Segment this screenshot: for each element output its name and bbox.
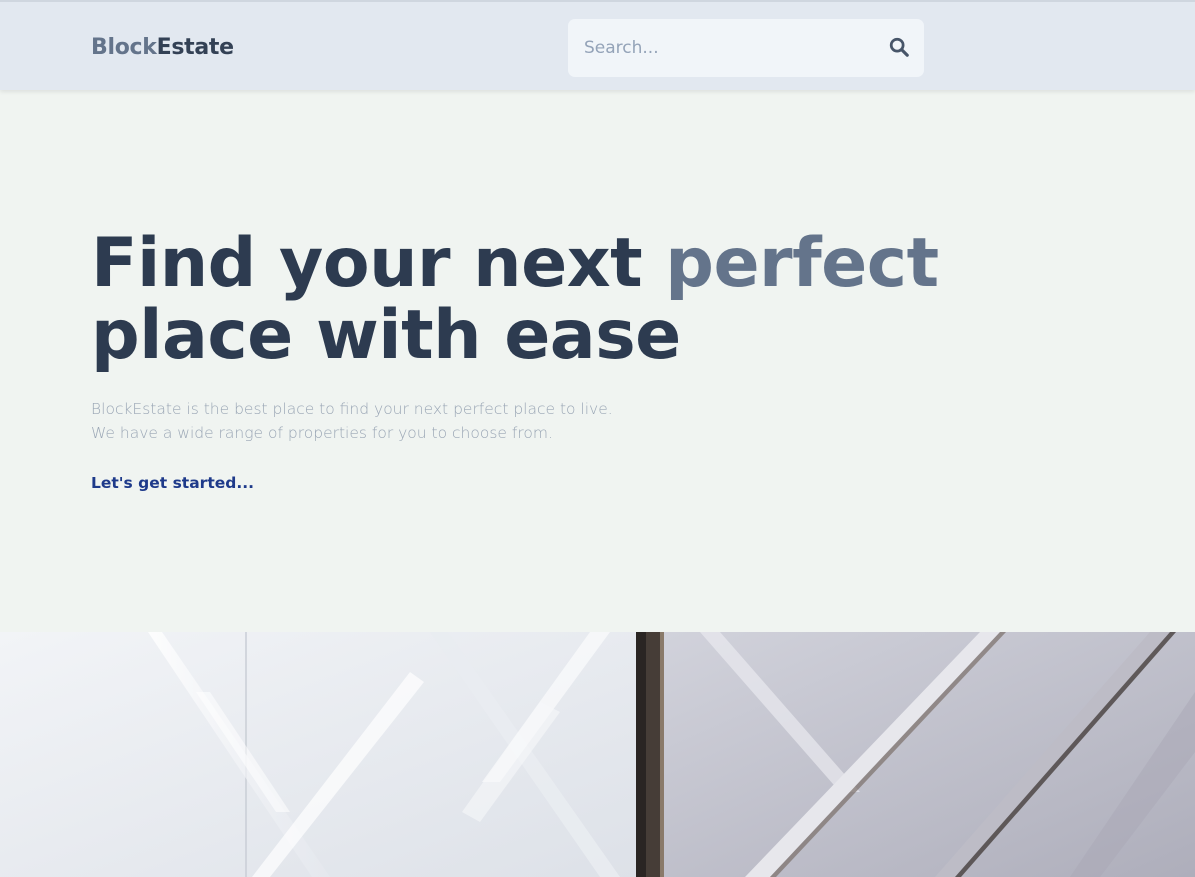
hero-headline: Find your next perfect place with ease [91,228,939,372]
hero-description: BlockEstate is the best place to find yo… [91,397,651,445]
brand-logo[interactable]: BlockEstate [91,33,234,63]
hero-image [0,632,1195,877]
headline-accent-text: perfect [665,224,939,303]
get-started-link[interactable]: Let's get started... [91,474,254,492]
search-icon[interactable] [888,36,912,60]
search-bar [568,19,924,77]
headline-text: Find your next [91,224,666,303]
top-navigation-bar: BlockEstate [0,0,1195,90]
description-line-1: BlockEstate is the best place to find yo… [91,400,613,418]
search-input[interactable] [568,19,868,77]
description-line-2: We have a wide range of properties for y… [91,424,553,442]
logo-text-estate: Estate [156,35,234,60]
logo-text-block: Block [91,35,157,60]
hero-section: Find your next perfect place with ease B… [0,90,1195,632]
headline-line-two: place with ease [91,296,681,375]
